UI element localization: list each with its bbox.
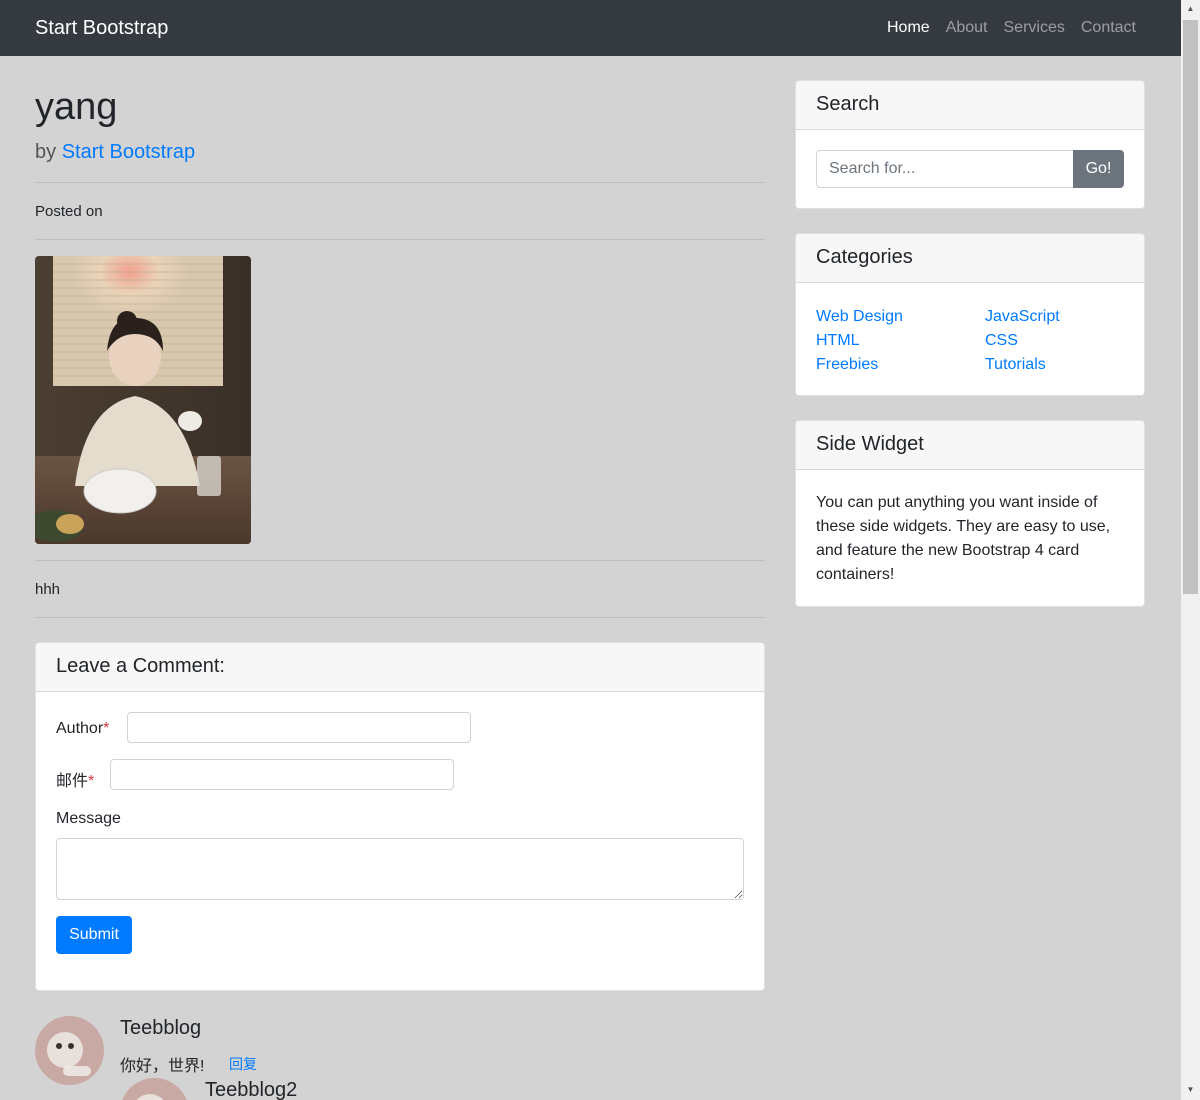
author-label: Author*	[56, 720, 109, 738]
divider	[35, 182, 765, 183]
submit-button[interactable]: Submit	[56, 916, 132, 954]
message-label: Message	[56, 810, 121, 827]
navbar: Start Bootstrap Home About Services Cont…	[0, 0, 1181, 56]
search-button[interactable]: Go!	[1073, 150, 1124, 188]
category-item: Tutorials	[985, 353, 1060, 377]
category-link-html[interactable]: HTML	[816, 332, 860, 349]
side-widget-card: Side Widget You can put anything you wan…	[795, 420, 1145, 607]
avatar-image	[120, 1078, 189, 1100]
nav-links: Home About Services Contact	[887, 19, 1136, 37]
required-mark: *	[88, 773, 95, 790]
post-photo	[35, 256, 251, 544]
comment-form-title: Leave a Comment:	[36, 643, 764, 692]
categories-title: Categories	[796, 234, 1144, 283]
nav-link-home[interactable]: Home	[887, 19, 930, 37]
side-widget-title: Side Widget	[796, 421, 1144, 470]
nav-link-services[interactable]: Services	[1004, 19, 1065, 37]
reply-link[interactable]: 回复	[229, 1054, 257, 1074]
post-image	[35, 256, 251, 544]
byline-prefix: by	[35, 141, 57, 163]
side-widget-text: You can put anything you want inside of …	[816, 494, 1111, 583]
category-item: JavaScript	[985, 305, 1060, 329]
scrollbar-thumb[interactable]	[1183, 20, 1198, 594]
search-title: Search	[796, 81, 1144, 130]
comment-text: 你好，世界!	[120, 1058, 205, 1075]
required-mark: *	[103, 720, 110, 737]
post-title: yang	[35, 86, 118, 128]
divider	[35, 617, 765, 618]
search-group: Go!	[816, 150, 1124, 188]
scroll-up-icon[interactable]: ▲	[1181, 0, 1200, 17]
author-field[interactable]	[127, 712, 471, 743]
message-field[interactable]	[56, 838, 744, 900]
category-link-freebies[interactable]: Freebies	[816, 356, 878, 373]
category-link-tutorials[interactable]: Tutorials	[985, 356, 1046, 373]
avatar-image	[35, 1016, 104, 1085]
avatar	[35, 1016, 104, 1085]
nav-link-contact[interactable]: Contact	[1081, 19, 1136, 37]
category-item: CSS	[985, 329, 1060, 353]
post-body: hhh	[35, 581, 61, 598]
avatar	[120, 1078, 189, 1100]
email-label-text: 邮件	[56, 773, 89, 790]
category-link-css[interactable]: CSS	[985, 332, 1018, 349]
email-label: 邮件*	[56, 767, 94, 791]
categories-card: Categories Web Design HTML Freebies Java…	[795, 233, 1145, 396]
email-field[interactable]	[110, 759, 454, 790]
comment-author: Teebblog	[120, 1017, 202, 1039]
divider	[35, 239, 765, 240]
post-byline: by Start Bootstrap	[35, 141, 195, 164]
scroll-down-icon[interactable]: ▼	[1181, 1081, 1200, 1098]
comment-form-card: Leave a Comment: Author* 邮件* Message Sub…	[35, 642, 765, 991]
category-item: Freebies	[816, 353, 903, 377]
navbar-brand[interactable]: Start Bootstrap	[35, 17, 168, 40]
category-item: Web Design	[816, 305, 903, 329]
author-label-text: Author	[56, 720, 104, 737]
post-date: Posted on	[35, 203, 103, 220]
categories-list-left: Web Design HTML Freebies	[816, 305, 903, 377]
search-input[interactable]	[816, 150, 1073, 188]
category-link-web-design[interactable]: Web Design	[816, 308, 903, 325]
categories-list-right: JavaScript CSS Tutorials	[985, 305, 1060, 377]
search-card: Search Go!	[795, 80, 1145, 209]
comment-author: Teebblog2	[205, 1079, 298, 1100]
category-item: HTML	[816, 329, 903, 353]
nav-link-about[interactable]: About	[946, 19, 988, 37]
divider	[35, 560, 765, 561]
post-author-link[interactable]: Start Bootstrap	[62, 141, 195, 163]
category-link-javascript[interactable]: JavaScript	[985, 308, 1060, 325]
scrollbar[interactable]: ▲ ▼	[1181, 0, 1200, 1100]
